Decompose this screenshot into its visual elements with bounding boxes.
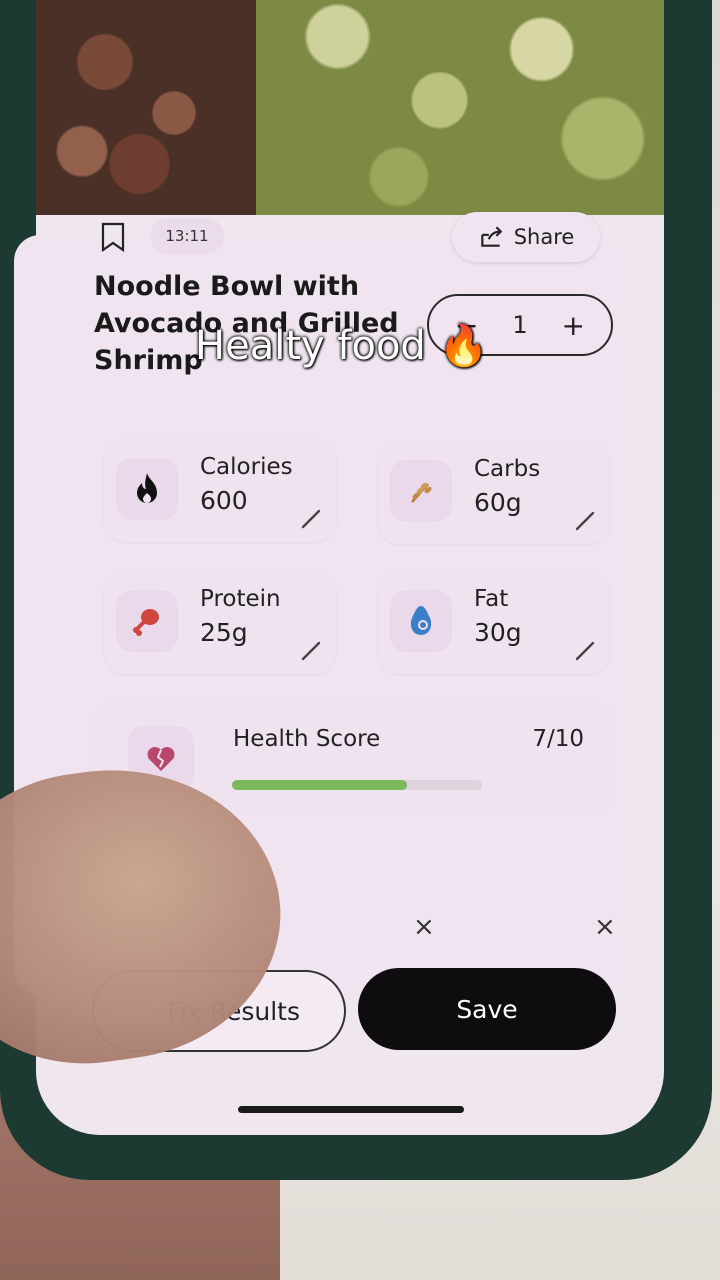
home-indicator <box>238 1106 464 1113</box>
edit-pencil-icon[interactable] <box>300 640 322 662</box>
macro-value: 60g <box>474 488 522 517</box>
macro-card-fat[interactable]: Fat 30g <box>378 570 610 674</box>
health-score-value: 7/10 <box>532 726 584 752</box>
increase-button[interactable]: + <box>562 309 585 342</box>
time-badge: 13:11 <box>150 218 224 254</box>
save-button[interactable]: Save <box>358 968 616 1050</box>
wheat-icon <box>390 460 452 522</box>
macro-card-protein[interactable]: Protein 25g <box>104 570 336 674</box>
macro-value: 30g <box>474 618 522 647</box>
edit-pencil-icon[interactable] <box>574 640 596 662</box>
food-photo-meat <box>36 0 266 215</box>
time-text: 13:11 <box>165 227 209 245</box>
video-caption: Healty food 🔥 <box>195 322 488 369</box>
food-photo-avocado <box>256 0 664 215</box>
close-icon[interactable]: × <box>413 912 435 942</box>
edit-pencil-icon[interactable] <box>300 508 322 530</box>
macro-card-calories[interactable]: Calories 600 <box>104 438 336 542</box>
macro-value: 600 <box>200 486 248 515</box>
flame-icon <box>116 458 178 520</box>
caption-text: Healty food <box>195 323 426 369</box>
share-icon <box>480 226 502 247</box>
health-score-label: Health Score <box>233 726 381 752</box>
quantity-value: 1 <box>512 311 528 339</box>
macro-label: Carbs <box>474 456 541 482</box>
drumstick-icon <box>116 590 178 652</box>
share-label: Share <box>513 225 575 249</box>
health-score-bar <box>232 780 482 790</box>
macro-label: Protein <box>200 586 281 612</box>
edit-pencil-icon[interactable] <box>574 510 596 532</box>
macro-value: 25g <box>200 618 248 647</box>
health-score-bar-fill <box>232 780 407 790</box>
bookmark-icon[interactable] <box>100 222 126 252</box>
share-button[interactable]: Share <box>452 212 600 262</box>
save-label: Save <box>456 994 518 1024</box>
close-icon[interactable]: × <box>594 912 616 942</box>
macro-label: Fat <box>474 586 509 612</box>
avocado-icon <box>390 590 452 652</box>
macro-label: Calories <box>200 454 293 480</box>
macro-card-carbs[interactable]: Carbs 60g <box>378 440 610 544</box>
food-photo <box>36 0 664 215</box>
fire-emoji-icon: 🔥 <box>438 323 489 369</box>
